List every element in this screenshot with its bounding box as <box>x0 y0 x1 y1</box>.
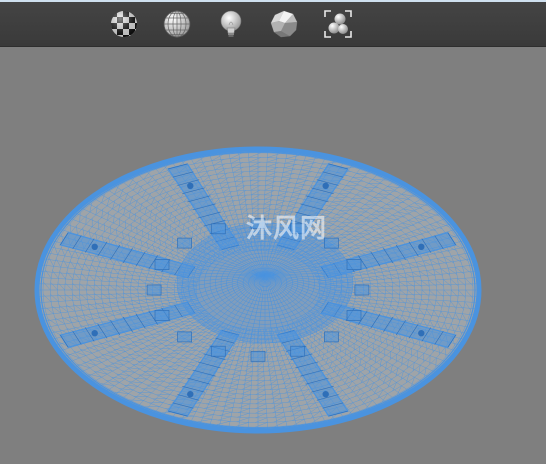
shaded-mode-button[interactable] <box>268 8 300 40</box>
light-bulb-icon <box>220 10 242 37</box>
faceted-sphere-icon <box>270 10 298 38</box>
fit-view-spheres-icon <box>324 10 352 38</box>
wireframe-mode-button[interactable] <box>161 8 193 40</box>
texture-mode-button[interactable] <box>108 8 140 40</box>
lighting-button[interactable] <box>215 8 247 40</box>
3d-viewport[interactable] <box>0 47 546 464</box>
wireframe-sphere-icon <box>163 10 191 38</box>
wireframe-mesh-model <box>34 146 482 434</box>
checker-sphere-icon <box>111 11 137 37</box>
fit-view-button[interactable] <box>322 8 354 40</box>
viewer-toolbar <box>0 2 546 47</box>
